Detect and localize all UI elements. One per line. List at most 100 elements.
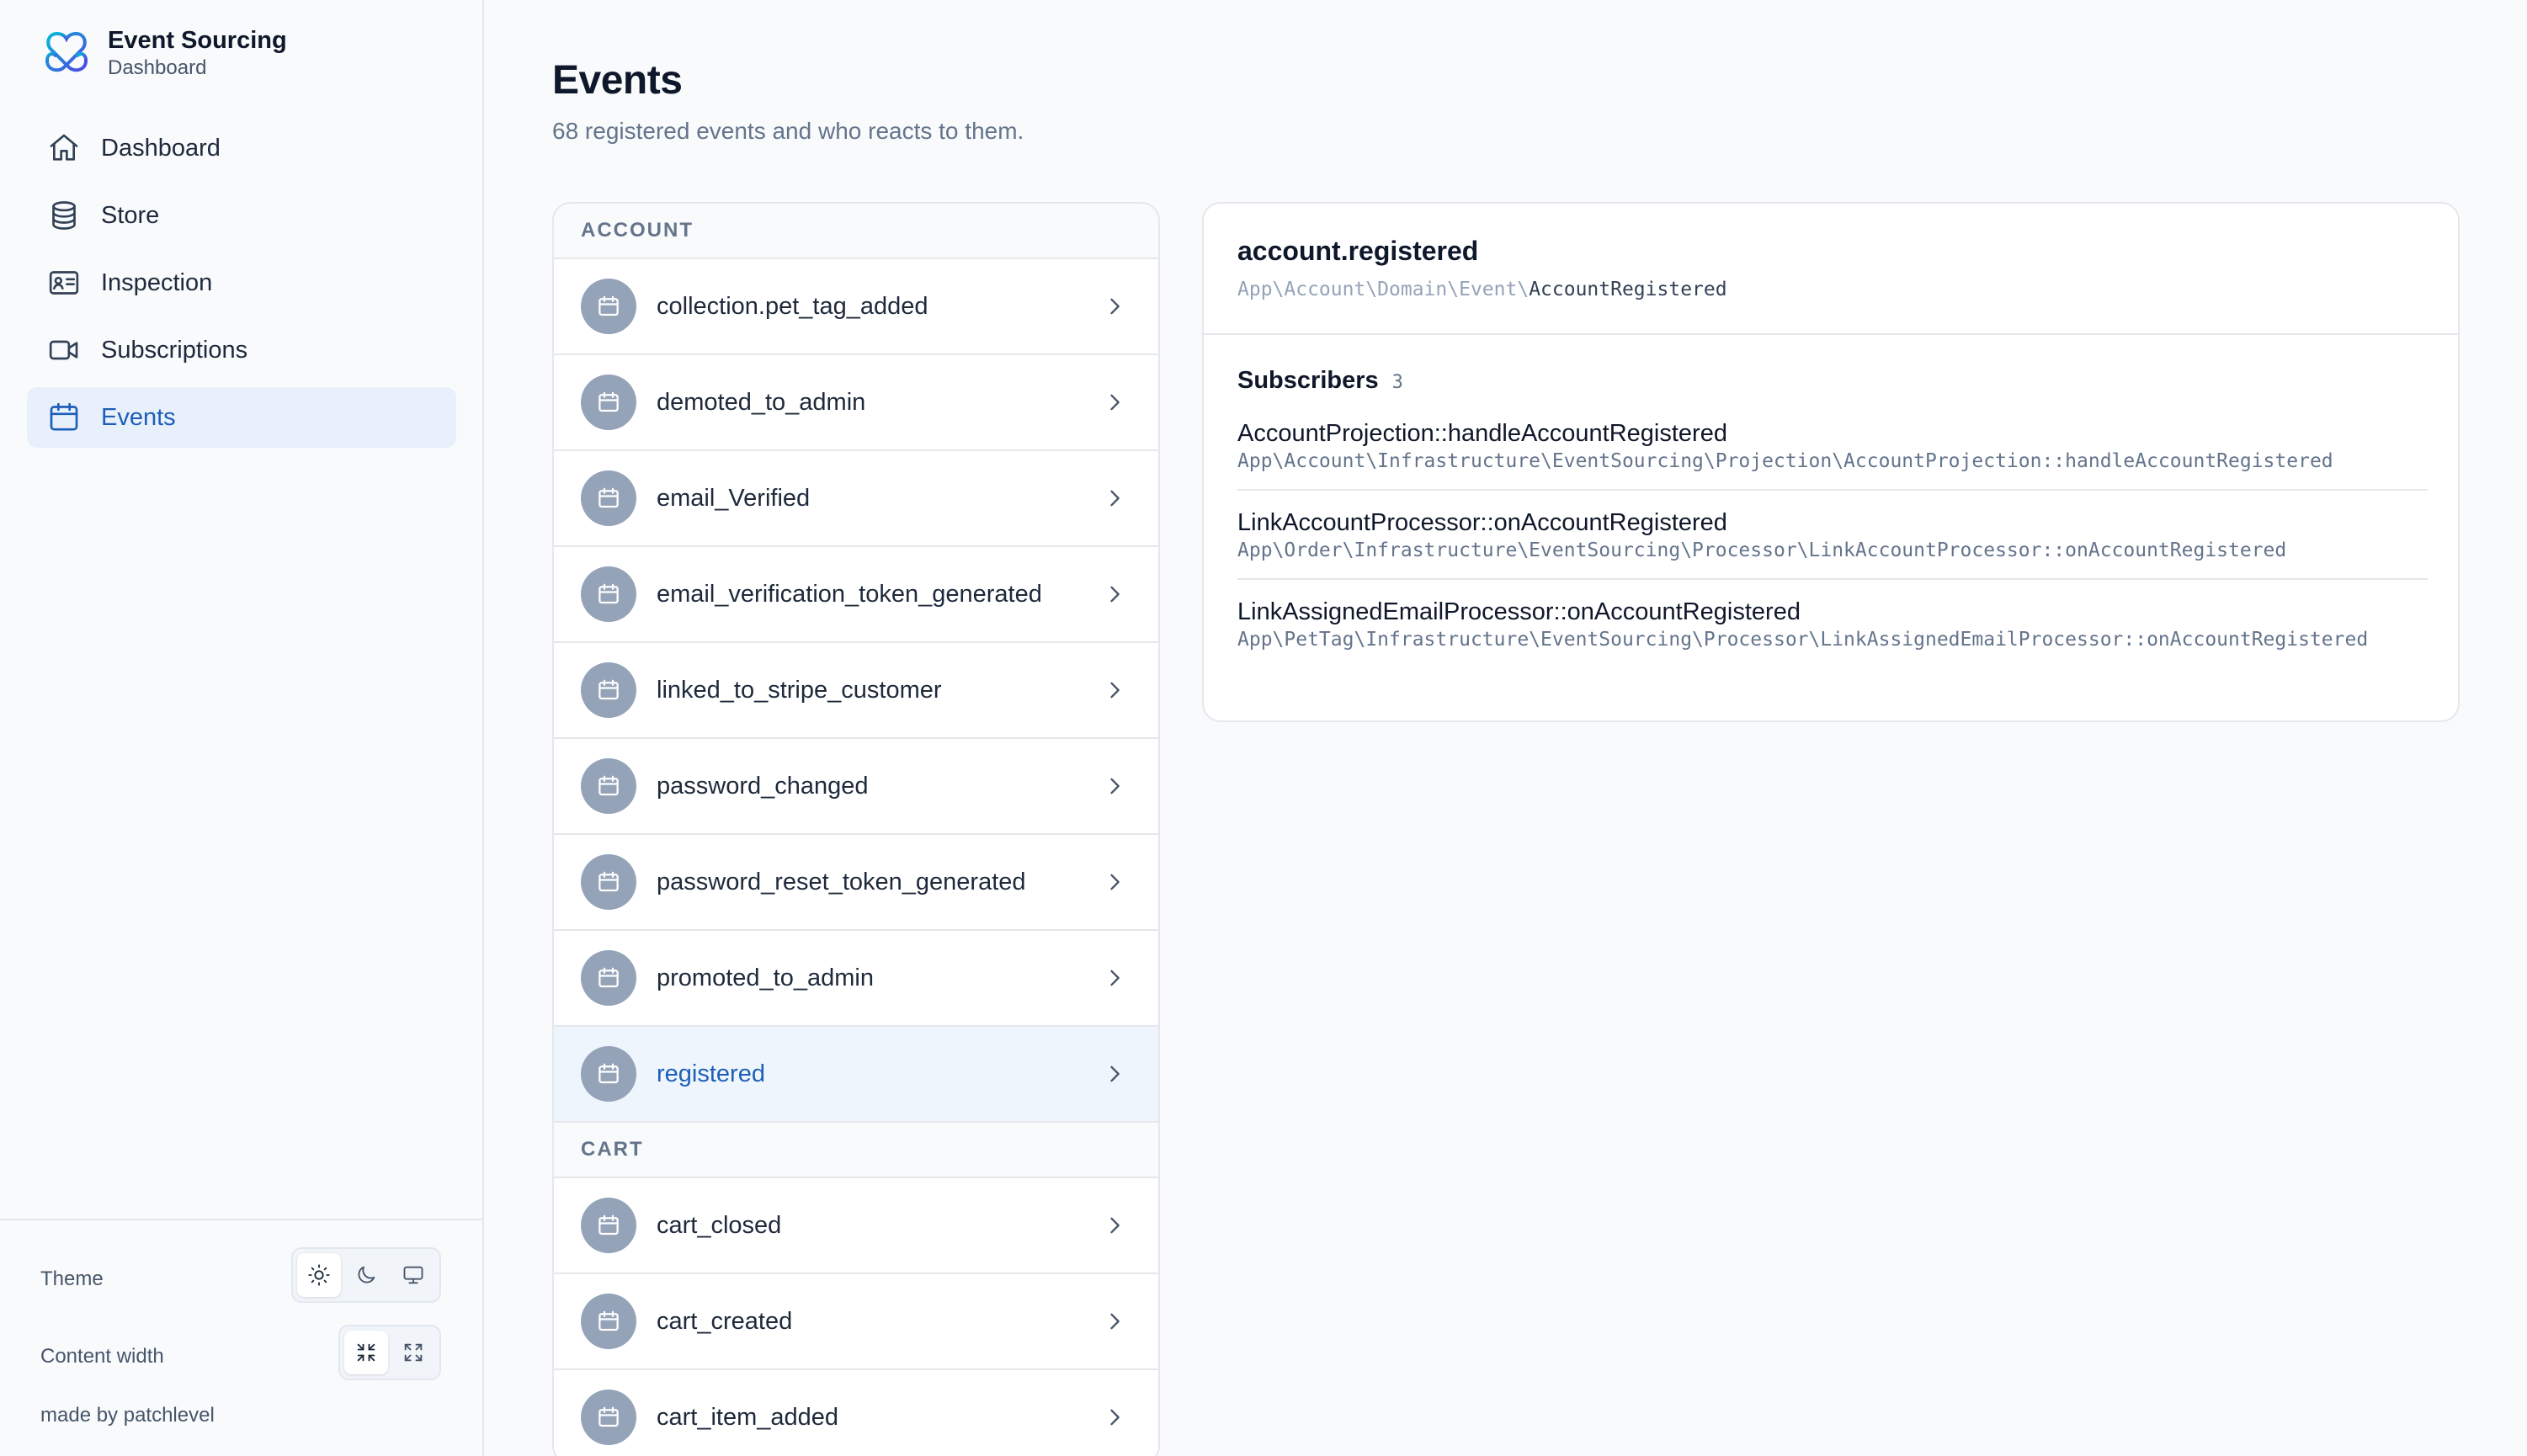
calendar-icon bbox=[581, 950, 636, 1006]
event-name: email_Verified bbox=[657, 484, 811, 512]
event-name: password_changed bbox=[657, 772, 869, 800]
home-icon bbox=[50, 134, 78, 161]
sidebar-item-label: Subscriptions bbox=[101, 336, 248, 364]
page-subtitle: 68 registered events and who reacts to t… bbox=[552, 118, 1024, 144]
event-name: promoted_to_admin bbox=[657, 964, 874, 991]
content-width-full-button[interactable] bbox=[391, 1331, 435, 1374]
maximize-icon bbox=[404, 1343, 423, 1362]
subscriber-list: AccountProjection::handleAccountRegister… bbox=[1237, 418, 2428, 667]
event-name: cart_item_added bbox=[657, 1403, 839, 1431]
event-row[interactable]: linked_to_stripe_customer bbox=[554, 643, 1158, 739]
calendar-icon bbox=[581, 375, 636, 430]
event-name: registered bbox=[657, 1060, 765, 1087]
event-name: linked_to_stripe_customer bbox=[657, 676, 942, 704]
chevron-right-icon bbox=[1110, 586, 1120, 603]
event-name: email_verification_token_generated bbox=[657, 580, 1042, 608]
subscriber-path: App\Order\Infrastructure\EventSourcing\P… bbox=[1237, 539, 2287, 561]
subscriber-name: AccountProjection::handleAccountRegister… bbox=[1237, 420, 1727, 447]
event-row-selected[interactable]: registered bbox=[554, 1027, 1158, 1123]
event-name: demoted_to_admin bbox=[657, 388, 866, 416]
group-header-account: ACCOUNT bbox=[554, 204, 1158, 259]
database-icon bbox=[52, 201, 76, 230]
chevron-right-icon bbox=[1110, 394, 1120, 411]
sidebar-item-label: Store bbox=[101, 201, 160, 229]
sidebar-item-label: Inspection bbox=[101, 268, 213, 296]
sidebar-item-label: Events bbox=[101, 403, 176, 431]
theme-label: Theme bbox=[40, 1267, 104, 1290]
event-row[interactable]: cart_closed bbox=[554, 1178, 1158, 1274]
app-subtitle: Dashboard bbox=[108, 56, 207, 79]
subscribers-section: Subscribers 3 AccountProjection::handleA… bbox=[1204, 335, 2458, 667]
event-class-name: AccountRegistered bbox=[1529, 279, 1727, 300]
event-row[interactable]: cart_created bbox=[554, 1274, 1158, 1370]
event-row[interactable]: demoted_to_admin bbox=[554, 355, 1158, 451]
event-name: cart_created bbox=[657, 1307, 793, 1335]
chevron-right-icon bbox=[1110, 1313, 1120, 1330]
calendar-icon bbox=[581, 470, 636, 526]
chevron-right-icon bbox=[1110, 1409, 1120, 1426]
event-row[interactable]: email_verification_token_generated bbox=[554, 547, 1158, 643]
subscriber-item[interactable]: LinkAccountProcessor::onAccountRegistere… bbox=[1237, 507, 2428, 580]
theme-dark-button[interactable] bbox=[344, 1253, 388, 1297]
calendar-icon bbox=[581, 1046, 636, 1102]
minimize-icon bbox=[357, 1343, 375, 1362]
subscribers-heading: Subscribers bbox=[1237, 367, 1379, 394]
theme-light-button[interactable] bbox=[297, 1253, 341, 1297]
chevron-right-icon bbox=[1110, 1065, 1120, 1082]
calendar-icon bbox=[581, 662, 636, 718]
event-row[interactable]: promoted_to_admin bbox=[554, 931, 1158, 1027]
event-row[interactable]: cart_item_added bbox=[554, 1370, 1158, 1456]
sun-icon bbox=[308, 1264, 330, 1286]
brand[interactable]: Event Sourcing Dashboard bbox=[40, 25, 287, 81]
sidebar-item-store[interactable]: Store bbox=[27, 185, 456, 246]
chevron-right-icon bbox=[1110, 874, 1120, 890]
subscribers-count-badge: 3 bbox=[1391, 372, 1403, 393]
content-width-label: Content width bbox=[40, 1345, 164, 1368]
calendar-icon bbox=[581, 1198, 636, 1253]
video-icon bbox=[49, 340, 78, 360]
calendar-icon bbox=[581, 1294, 636, 1349]
sidebar-footer: Theme Content width made by patchlevel bbox=[0, 1219, 482, 1456]
chevron-right-icon bbox=[1110, 970, 1120, 986]
chevron-right-icon bbox=[1110, 1217, 1120, 1234]
sidebar-item-inspection[interactable]: Inspection bbox=[27, 252, 456, 313]
event-detail-header: account.registered App\Account\Domain\Ev… bbox=[1204, 204, 2458, 335]
event-row[interactable]: collection.pet_tag_added bbox=[554, 259, 1158, 355]
page-title: Events bbox=[552, 58, 683, 103]
event-name: password_reset_token_generated bbox=[657, 868, 1026, 895]
event-detail-panel: account.registered App\Account\Domain\Ev… bbox=[1202, 202, 2460, 722]
chevron-right-icon bbox=[1110, 682, 1120, 699]
event-row[interactable]: password_changed bbox=[554, 739, 1158, 835]
chevron-right-icon bbox=[1110, 490, 1120, 507]
sidebar: Event Sourcing Dashboard Dashboard Store… bbox=[0, 0, 484, 1456]
sidebar-item-dashboard[interactable]: Dashboard bbox=[27, 118, 456, 178]
event-class-path: App\Account\Domain\Event\AccountRegister… bbox=[1237, 279, 2424, 300]
made-by-link[interactable]: made by patchlevel bbox=[40, 1404, 215, 1427]
subscriber-path: App\Account\Infrastructure\EventSourcing… bbox=[1237, 450, 2333, 472]
logo-knot-icon bbox=[45, 32, 88, 72]
calendar-icon bbox=[581, 1390, 636, 1445]
theme-switcher bbox=[291, 1247, 441, 1303]
events-list: ACCOUNT collection.pet_tag_added demoted… bbox=[552, 202, 1160, 1456]
subscriber-name: LinkAccountProcessor::onAccountRegistere… bbox=[1237, 509, 1727, 536]
theme-system-button[interactable] bbox=[391, 1253, 435, 1297]
sidebar-item-label: Dashboard bbox=[101, 134, 221, 162]
id-card-icon bbox=[49, 271, 79, 295]
chevron-right-icon bbox=[1110, 778, 1120, 794]
event-name: collection.pet_tag_added bbox=[657, 292, 928, 320]
content-width-switcher bbox=[338, 1325, 441, 1380]
calendar-icon bbox=[581, 566, 636, 622]
subscriber-item[interactable]: LinkAssignedEmailProcessor::onAccountReg… bbox=[1237, 597, 2428, 667]
subscriber-name: LinkAssignedEmailProcessor::onAccountReg… bbox=[1237, 598, 1801, 625]
calendar-icon bbox=[581, 758, 636, 814]
sidebar-item-subscriptions[interactable]: Subscriptions bbox=[27, 320, 456, 380]
sidebar-item-events[interactable]: Events bbox=[27, 387, 456, 448]
event-row[interactable]: password_reset_token_generated bbox=[554, 835, 1158, 931]
event-class-namespace: App\Account\Domain\Event\ bbox=[1237, 279, 1530, 300]
event-row[interactable]: email_Verified bbox=[554, 451, 1158, 547]
calendar-icon bbox=[50, 402, 78, 431]
content-width-compact-button[interactable] bbox=[344, 1331, 388, 1374]
calendar-icon bbox=[581, 854, 636, 910]
event-name: cart_closed bbox=[657, 1211, 782, 1239]
subscriber-item[interactable]: AccountProjection::handleAccountRegister… bbox=[1237, 418, 2428, 491]
